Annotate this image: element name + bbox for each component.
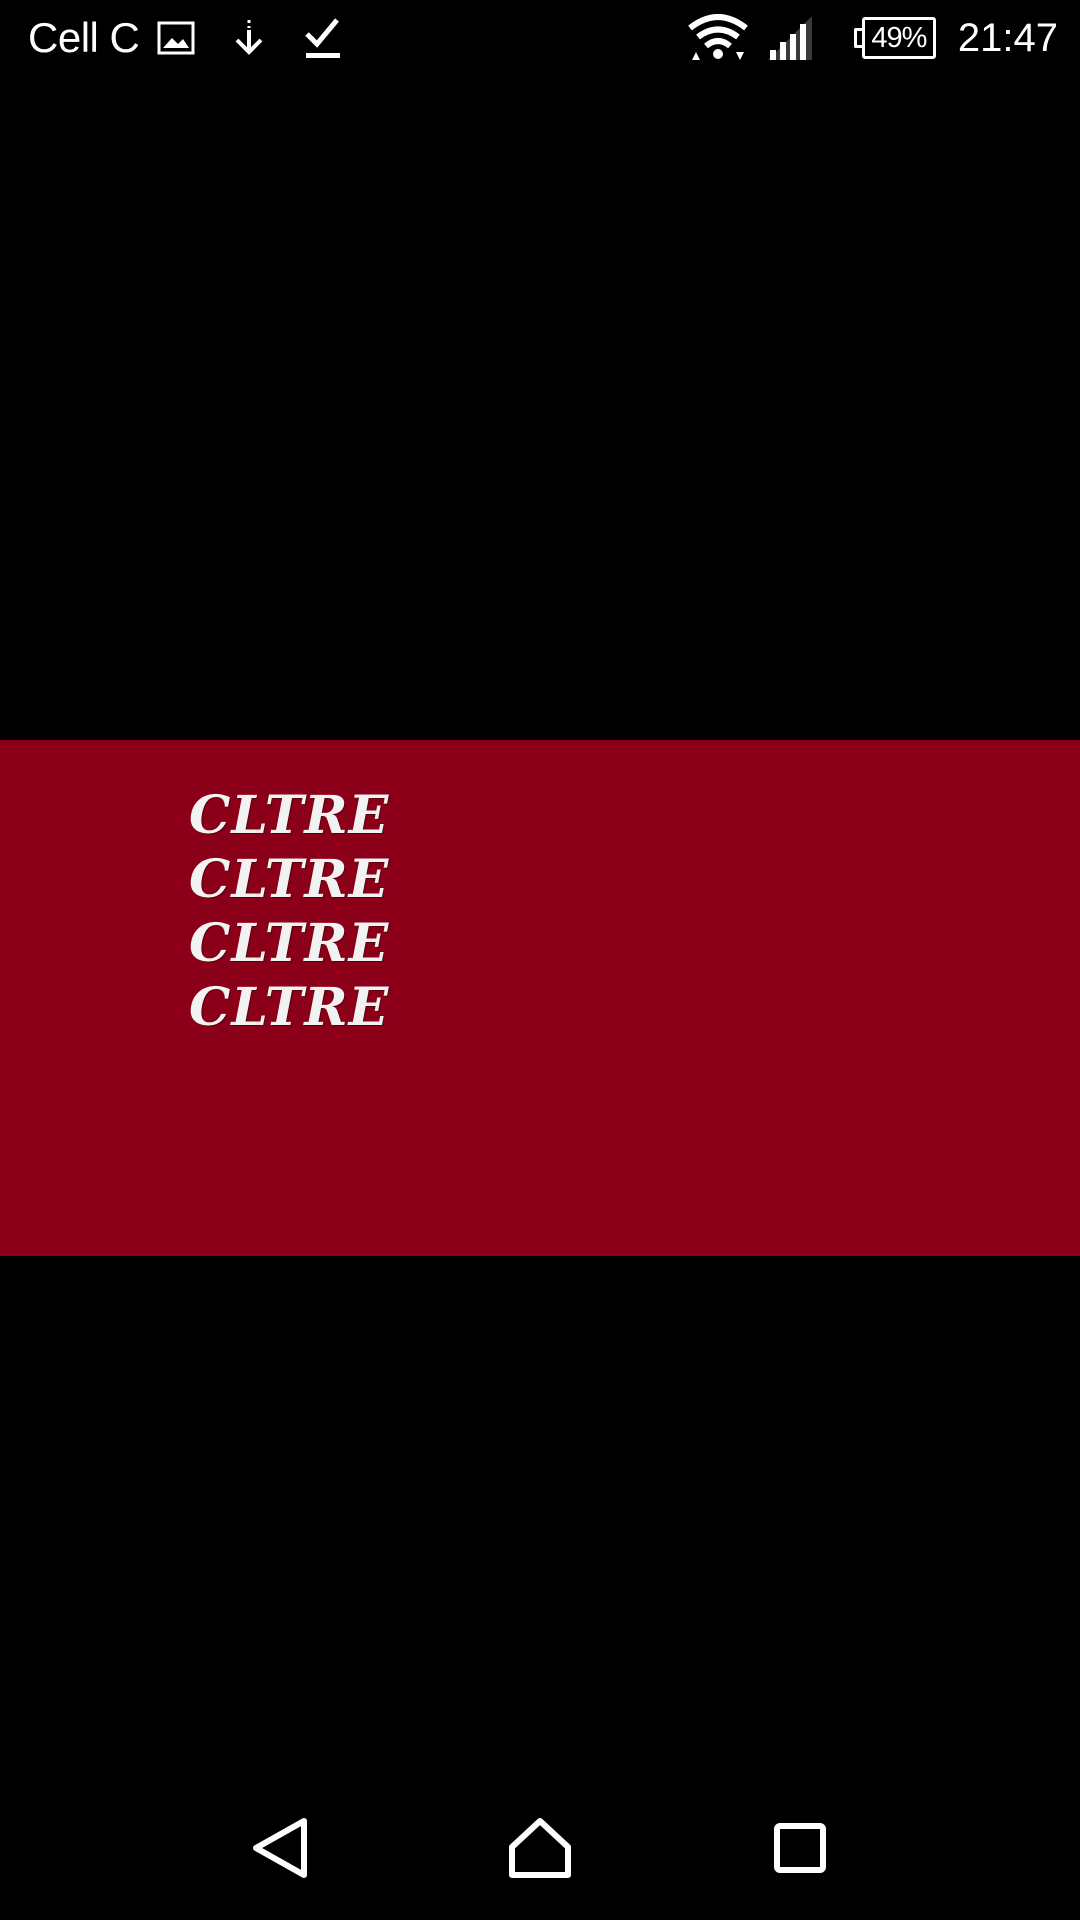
screen: Cell C 49% 21:47 CLTRE CLTRE CLTRE CLTRE xyxy=(0,0,1080,1920)
battery-level: 49% xyxy=(861,17,936,59)
cltre-line: CLTRE xyxy=(189,785,390,846)
cell-signal-icon xyxy=(767,16,814,60)
cltre-line: CLTRE xyxy=(189,977,390,1038)
back-button[interactable] xyxy=(230,1798,330,1898)
download-icon xyxy=(231,18,267,58)
download-complete-icon xyxy=(303,16,343,60)
cltre-text-stack: CLTRE CLTRE CLTRE CLTRE xyxy=(189,784,389,1040)
home-button[interactable] xyxy=(490,1798,590,1898)
status-left: Cell C xyxy=(28,14,343,62)
clock: 21:47 xyxy=(957,15,1058,60)
wifi-icon xyxy=(688,14,748,62)
recents-button[interactable] xyxy=(750,1798,850,1898)
home-icon xyxy=(509,1818,571,1878)
battery-icon: 49% xyxy=(853,17,936,59)
battery-terminal xyxy=(853,28,862,48)
recents-icon xyxy=(774,1823,826,1873)
image-notification-icon xyxy=(157,21,195,55)
cltre-line: CLTRE xyxy=(189,849,390,910)
cltre-line: CLTRE xyxy=(189,913,390,974)
image-viewer[interactable]: CLTRE CLTRE CLTRE CLTRE xyxy=(0,740,1080,1256)
status-right: 49% 21:47 xyxy=(688,14,1058,62)
back-icon xyxy=(253,1818,307,1878)
navigation-bar xyxy=(0,1776,1080,1920)
carrier-name: Cell C xyxy=(28,14,140,61)
status-bar: Cell C 49% 21:47 xyxy=(0,0,1080,76)
